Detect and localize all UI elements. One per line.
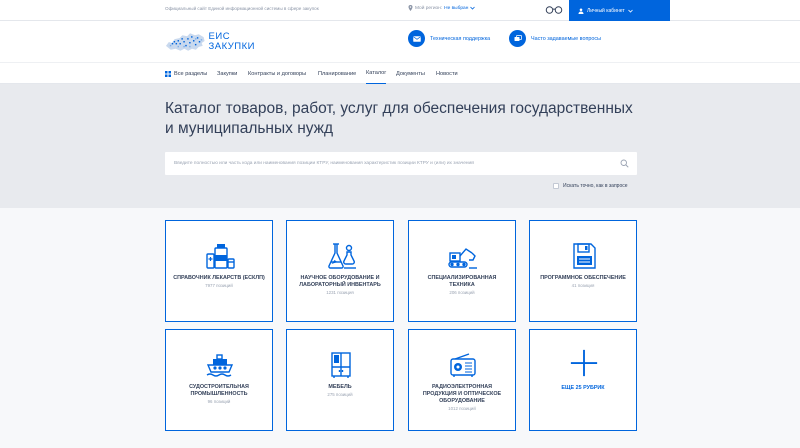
nav-label: Планирование [318,70,357,77]
search-icon[interactable] [620,159,629,168]
region-value[interactable]: Не выбран [444,6,468,11]
chevron-down-icon [470,6,476,10]
support-label: Техническая поддержка [430,35,491,42]
card-title-text: Программное обеспечение [540,275,626,281]
nav-label: Новости [436,70,458,77]
lab-flask-icon [328,243,356,269]
chat-icon [514,34,522,41]
card-title-text: Справочник лекарств (ЕСКЛП) [173,275,265,281]
card-title: Мебель 275 позиций [293,384,387,398]
grid-icon [165,70,171,77]
card-special-vehicles[interactable]: Специализированная техника 206 позиций [408,220,516,322]
nav-label: Контракты и договоры [248,70,307,77]
logo-line2: ЗАКУПКИ [208,41,255,52]
nav-label: Все разделы [174,70,208,77]
excavator-icon [448,248,477,269]
exact-search-label: Искать точно, как в запросе [563,183,628,189]
card-medicines[interactable]: Справочник лекарств (ЕСКЛП) 7977 позиций [165,220,273,322]
account-label: Личный кабинет [587,7,625,14]
pin-icon [408,5,413,11]
plus-icon [570,349,598,377]
exact-search-option[interactable]: Искать точно, как в запросе [553,183,628,189]
header: ЕИС ЗАКУПКИ Техническая поддержка Часто … [0,21,800,62]
faq-label: Часто задаваемые вопросы [531,35,601,42]
ship-icon [206,354,234,377]
main-nav: Все разделы Закупки Контракты и договоры… [0,62,800,84]
search-input[interactable] [174,152,614,175]
card-title: Радиоэлектронная продукция и оптическое … [415,384,509,412]
card-count: 96 позиций [207,399,231,404]
nav-item-documents[interactable]: Документы [396,63,425,84]
card-title-text: Специализированная техника [427,275,497,288]
card-title-text: Мебель [328,384,352,390]
card-title-text: Судостроительная промышленность [189,384,249,397]
card-count: 41 позиция [571,283,595,288]
region-label: Мой регион: [415,5,443,11]
chevron-down-icon [627,9,633,13]
card-software[interactable]: Программное обеспечение 41 позиция [529,220,637,322]
glasses-icon[interactable] [545,5,563,15]
nav-label: Документы [396,70,425,77]
nav-item-contracts[interactable]: Контракты и договоры [248,63,306,84]
faq-link[interactable]: Часто задаваемые вопросы [509,30,601,47]
support-link[interactable]: Техническая поддержка [408,30,490,47]
card-title: Справочник лекарств (ЕСКЛП) 7977 позиций [172,275,266,289]
floppy-disk-icon [573,243,596,269]
search-box [165,152,637,175]
logo-text: ЕИС ЗАКУПКИ [209,32,255,52]
card-count: 275 позиций [327,392,353,397]
support-circle [408,30,425,47]
card-title: Еще 25 рубрик [561,385,605,391]
card-count: 1012 позиций [448,406,476,411]
top-bar: Официальный сайт Единой информационной с… [0,0,800,21]
radio-icon [450,353,476,377]
card-count: 7977 позиций [205,283,233,288]
nav-item-all-sections[interactable]: Все разделы [165,63,207,84]
furniture-icon [331,352,351,378]
exact-search-checkbox[interactable] [553,183,559,189]
region-selector[interactable]: Мой регион: Не выбран [408,5,476,11]
mail-icon [412,35,421,42]
catalog-hero: Каталог товаров, работ, услуг для обеспе… [0,84,800,208]
medicine-icon [206,244,235,269]
card-title: Научное оборудование и лабораторный инве… [293,275,387,296]
card-count: 206 позиций [449,290,475,295]
nav-label: Закупки [217,70,238,77]
nav-item-catalog[interactable]: Каталог [366,63,387,84]
page-title: Каталог товаров, работ, услуг для обеспе… [165,100,633,137]
card-more-categories[interactable]: Еще 25 рубрик [529,329,637,431]
card-title-text: Научное оборудование и лабораторный инве… [299,275,381,288]
official-site-text: Официальный сайт Единой информационной с… [165,6,319,11]
card-title: Судостроительная промышленность 96 позиц… [172,384,266,405]
user-icon [578,7,584,14]
card-shipbuilding[interactable]: Судостроительная промышленность 96 позиц… [165,329,273,431]
card-lab-equipment[interactable]: Научное оборудование и лабораторный инве… [286,220,394,322]
faq-circle [509,30,526,47]
nav-label: Каталог [366,70,387,76]
card-title-text: Радиоэлектронная продукция и оптическое … [422,384,502,404]
nav-item-purchases[interactable]: Закупки [217,63,237,84]
card-count: 1231 позиция [326,290,354,295]
card-title: Программное обеспечение 41 позиция [536,275,630,289]
logo[interactable]: ЕИС ЗАКУПКИ [165,27,255,57]
card-title: Специализированная техника 206 позиций [415,275,509,296]
account-button[interactable]: Личный кабинет [569,0,670,21]
card-furniture[interactable]: Мебель 275 позиций [286,329,394,431]
card-radio-electronics[interactable]: Радиоэлектронная продукция и оптическое … [408,329,516,431]
nav-item-planning[interactable]: Планирование [318,63,356,84]
russia-map-logo-icon [165,33,205,51]
catalog-cards: Справочник лекарств (ЕСКЛП) 7977 позиций… [0,208,800,448]
nav-item-news[interactable]: Новости [436,63,458,84]
